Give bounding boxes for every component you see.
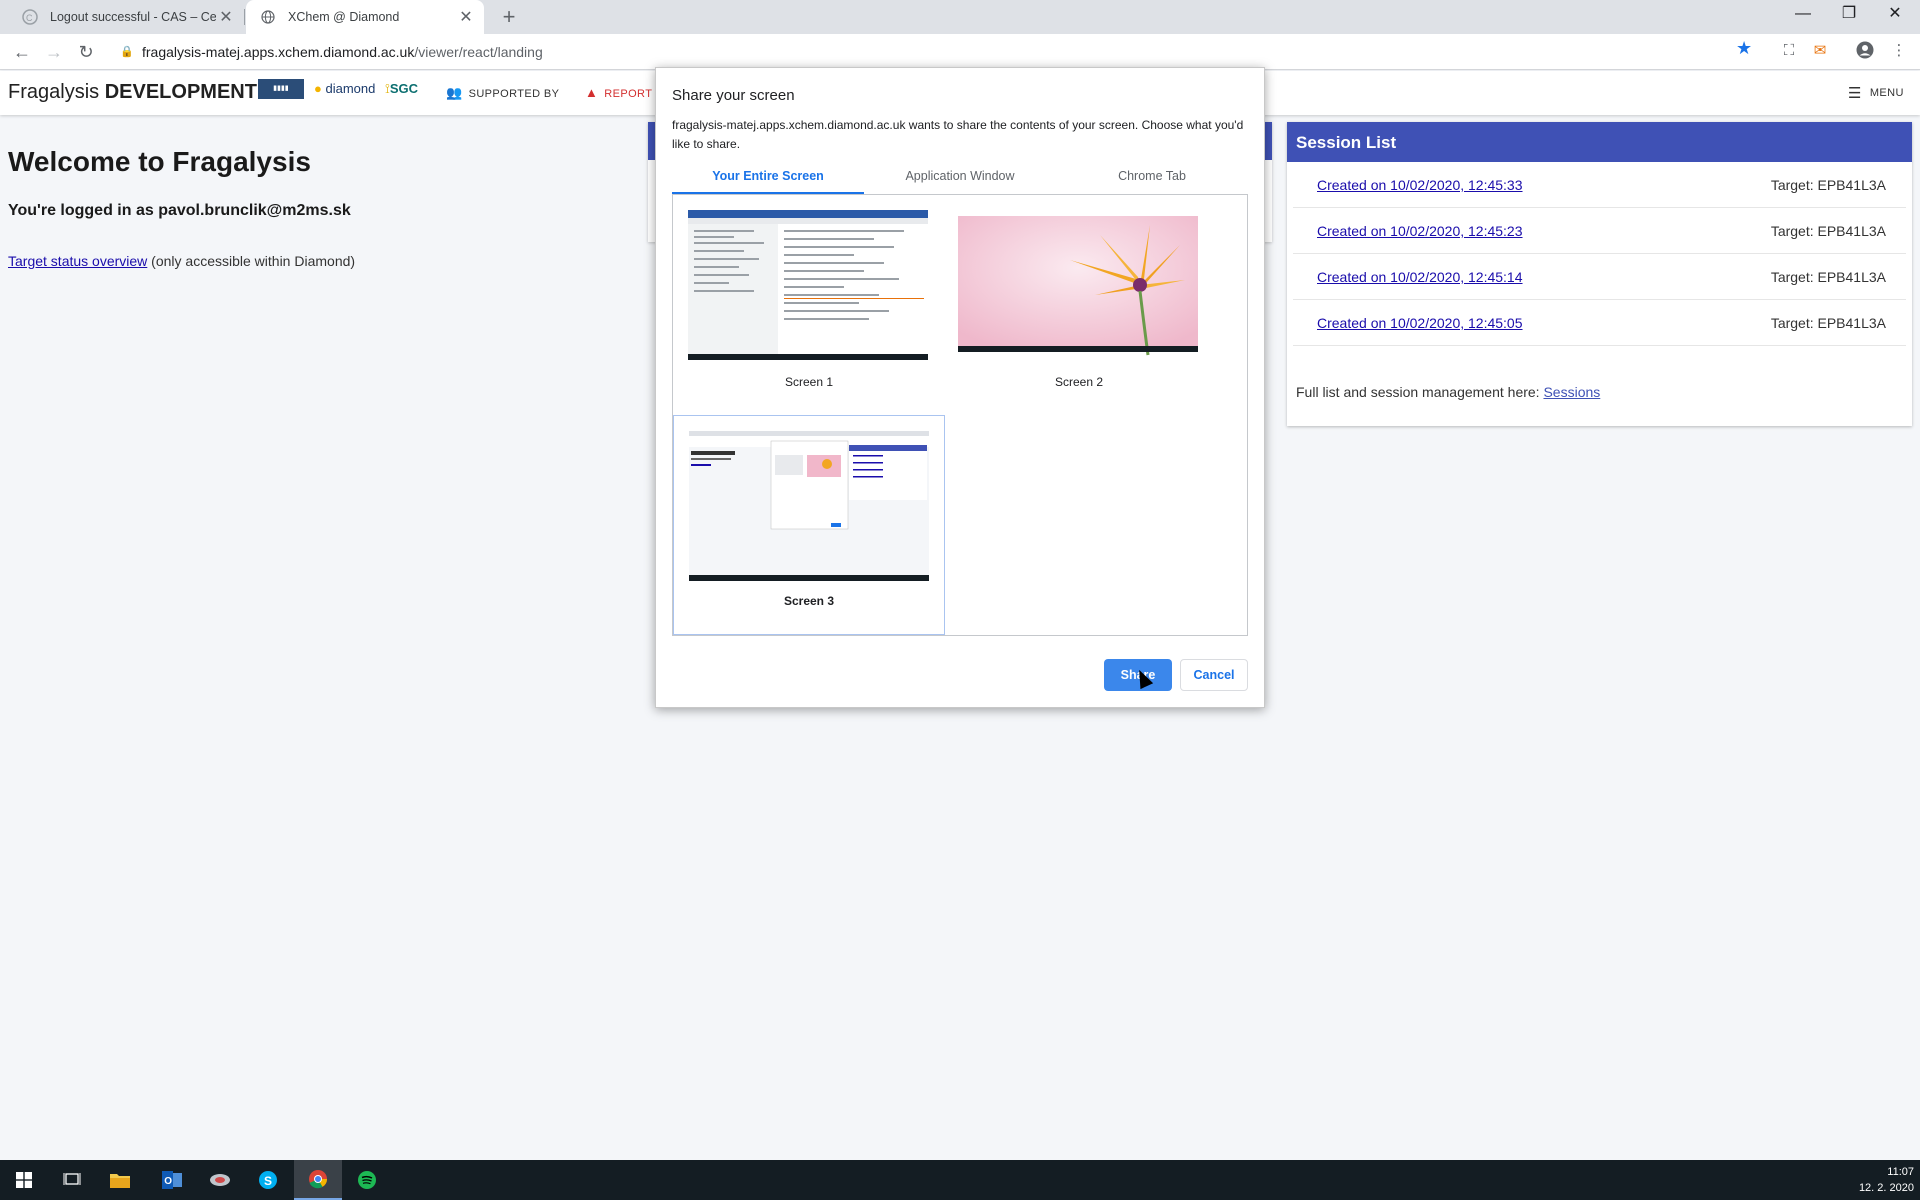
screen-label: Screen 3 [783,594,835,608]
diamond-logo: ● diamond [314,81,376,96]
spotify-icon[interactable] [343,1160,391,1200]
tab-title: XChem @ Diamond [288,10,400,24]
session-link[interactable]: Created on 10/02/2020, 12:45:05 [1317,315,1523,331]
screen-label: Screen 2 [1054,375,1104,389]
session-list-card: Session List Created on 10/02/2020, 12:4… [1287,122,1912,426]
warning-icon: ▲ [585,85,599,100]
url-text: fragalysis-matej.apps.xchem.diamond.ac.u… [142,44,543,60]
system-clock[interactable]: 11:07 12. 2. 2020 [1859,1164,1914,1196]
target-status-note: (only accessible within Diamond) [147,253,356,269]
sessions-link[interactable]: Sessions [1543,384,1600,400]
lock-icon: 🔒 [120,46,134,58]
close-tab-icon[interactable]: ✕ [456,7,476,27]
session-list-title: Session List [1287,122,1912,162]
cancel-button[interactable]: Cancel [1180,659,1248,691]
screen-picker-panel: Screen 1 Screen 2 Screen 3 [672,194,1248,636]
supported-by-button[interactable]: 👥 SUPPORTED BY [446,85,559,101]
svg-text:S: S [264,1174,272,1188]
screen-label: Screen 1 [784,375,834,389]
file-explorer-icon[interactable] [96,1160,144,1200]
brand-title[interactable]: Fragalysis DEVELOPMENT [8,81,257,104]
session-target: Target: EPB41L3A [1770,223,1886,239]
skype-icon[interactable]: S [244,1160,292,1200]
cas-favicon: C [22,9,38,25]
session-row: Created on 10/02/2020, 12:45:14 Target: … [1293,254,1906,300]
app-icon[interactable] [196,1160,244,1200]
report-button[interactable]: ▲ REPORT [585,85,652,100]
outlook-icon[interactable]: O [148,1160,196,1200]
tab-application-window[interactable]: Application Window [864,164,1056,194]
page-title: Welcome to Fragalysis [8,146,311,177]
screen-option-1[interactable]: Screen 1 [673,195,945,415]
task-view-icon[interactable] [48,1160,96,1200]
partner-logo: ▮▮▮▮ [258,79,304,99]
tab-title: Logout successful - CAS – Centra [50,10,216,24]
session-link[interactable]: Created on 10/02/2020, 12:45:14 [1317,269,1523,285]
share-screen-dialog: Share your screen fragalysis-matej.apps.… [655,67,1265,708]
windows-taskbar: O S 11:07 12. 2. 2020 [0,1160,1920,1200]
target-status-line: Target status overview (only accessible … [8,253,355,269]
session-row: Created on 10/02/2020, 12:45:33 Target: … [1293,162,1906,208]
browser-tab-xchem[interactable]: XChem @ Diamond ✕ [246,0,484,34]
session-target: Target: EPB41L3A [1770,177,1886,193]
browser-tabstrip: C Logout successful - CAS – Centra ✕ XCh… [0,0,1920,34]
logged-in-text: You're logged in as pavol.brunclik@m2ms.… [8,202,351,219]
hamburger-icon: ☰ [1848,85,1862,102]
session-target: Target: EPB41L3A [1770,315,1886,331]
chrome-icon[interactable] [294,1160,342,1200]
browser-toolbar: ← → ↻ 🔒 fragalysis-matej.apps.xchem.diam… [0,34,1920,70]
svg-text:C: C [26,13,33,23]
back-arrow-icon[interactable]: ← [10,40,34,64]
extension-mail-icon[interactable]: ✉ [1810,41,1830,61]
tab-chrome-tab[interactable]: Chrome Tab [1056,164,1248,194]
restore-window-button[interactable]: ❐ [1826,0,1872,30]
session-row: Created on 10/02/2020, 12:45:23 Target: … [1293,208,1906,254]
dialog-description: fragalysis-matej.apps.xchem.diamond.ac.u… [672,118,1244,151]
target-status-link[interactable]: Target status overview [8,253,147,269]
clock-date: 12. 2. 2020 [1858,1182,1914,1194]
bookmark-star-icon[interactable]: ★ [1736,38,1752,59]
session-row: Created on 10/02/2020, 12:45:05 Target: … [1293,300,1906,346]
new-tab-button[interactable]: + [496,4,522,30]
screen-option-3[interactable]: Screen 3 [673,415,945,635]
share-source-tabs: Your Entire Screen Application Window Ch… [672,164,1248,194]
tab-entire-screen[interactable]: Your Entire Screen [672,164,864,194]
screen-option-2[interactable]: Screen 2 [943,195,1215,415]
close-window-button[interactable]: ✕ [1872,0,1918,30]
browser-tab-cas[interactable]: C Logout successful - CAS – Centra ✕ [8,0,244,34]
close-tab-icon[interactable]: ✕ [216,7,236,27]
session-footer: Full list and session management here: S… [1296,384,1600,400]
screen-2-thumbnail [958,210,1198,360]
screen-3-thumbnail [689,431,929,581]
browser-menu-icon[interactable]: ⋮ [1889,41,1909,61]
svg-text:O: O [164,1176,172,1187]
reload-icon[interactable]: ↻ [74,40,98,64]
menu-button[interactable]: ☰ MENU [1848,84,1904,102]
session-footer-text: Full list and session management here: [1296,384,1544,400]
dialog-title: Share your screen [672,87,795,104]
session-link[interactable]: Created on 10/02/2020, 12:45:33 [1317,177,1523,193]
address-bar[interactable]: 🔒 fragalysis-matej.apps.xchem.diamond.ac… [110,38,1760,66]
people-icon: 👥 [446,85,463,100]
minimize-window-button[interactable]: — [1780,0,1826,30]
forward-arrow-icon[interactable]: → [42,40,66,64]
screen-1-thumbnail [688,210,928,360]
session-link[interactable]: Created on 10/02/2020, 12:45:23 [1317,223,1523,239]
windows-start-icon[interactable] [0,1160,48,1200]
globe-icon [260,9,276,25]
profile-avatar-icon[interactable] [1855,41,1875,61]
sgc-logo: ⟟SGC [385,81,419,96]
tab-separator [244,9,245,25]
screen-capture-icon[interactable]: ⛶ [1779,41,1799,61]
clock-time: 11:07 [1887,1166,1914,1178]
session-target: Target: EPB41L3A [1770,269,1886,285]
